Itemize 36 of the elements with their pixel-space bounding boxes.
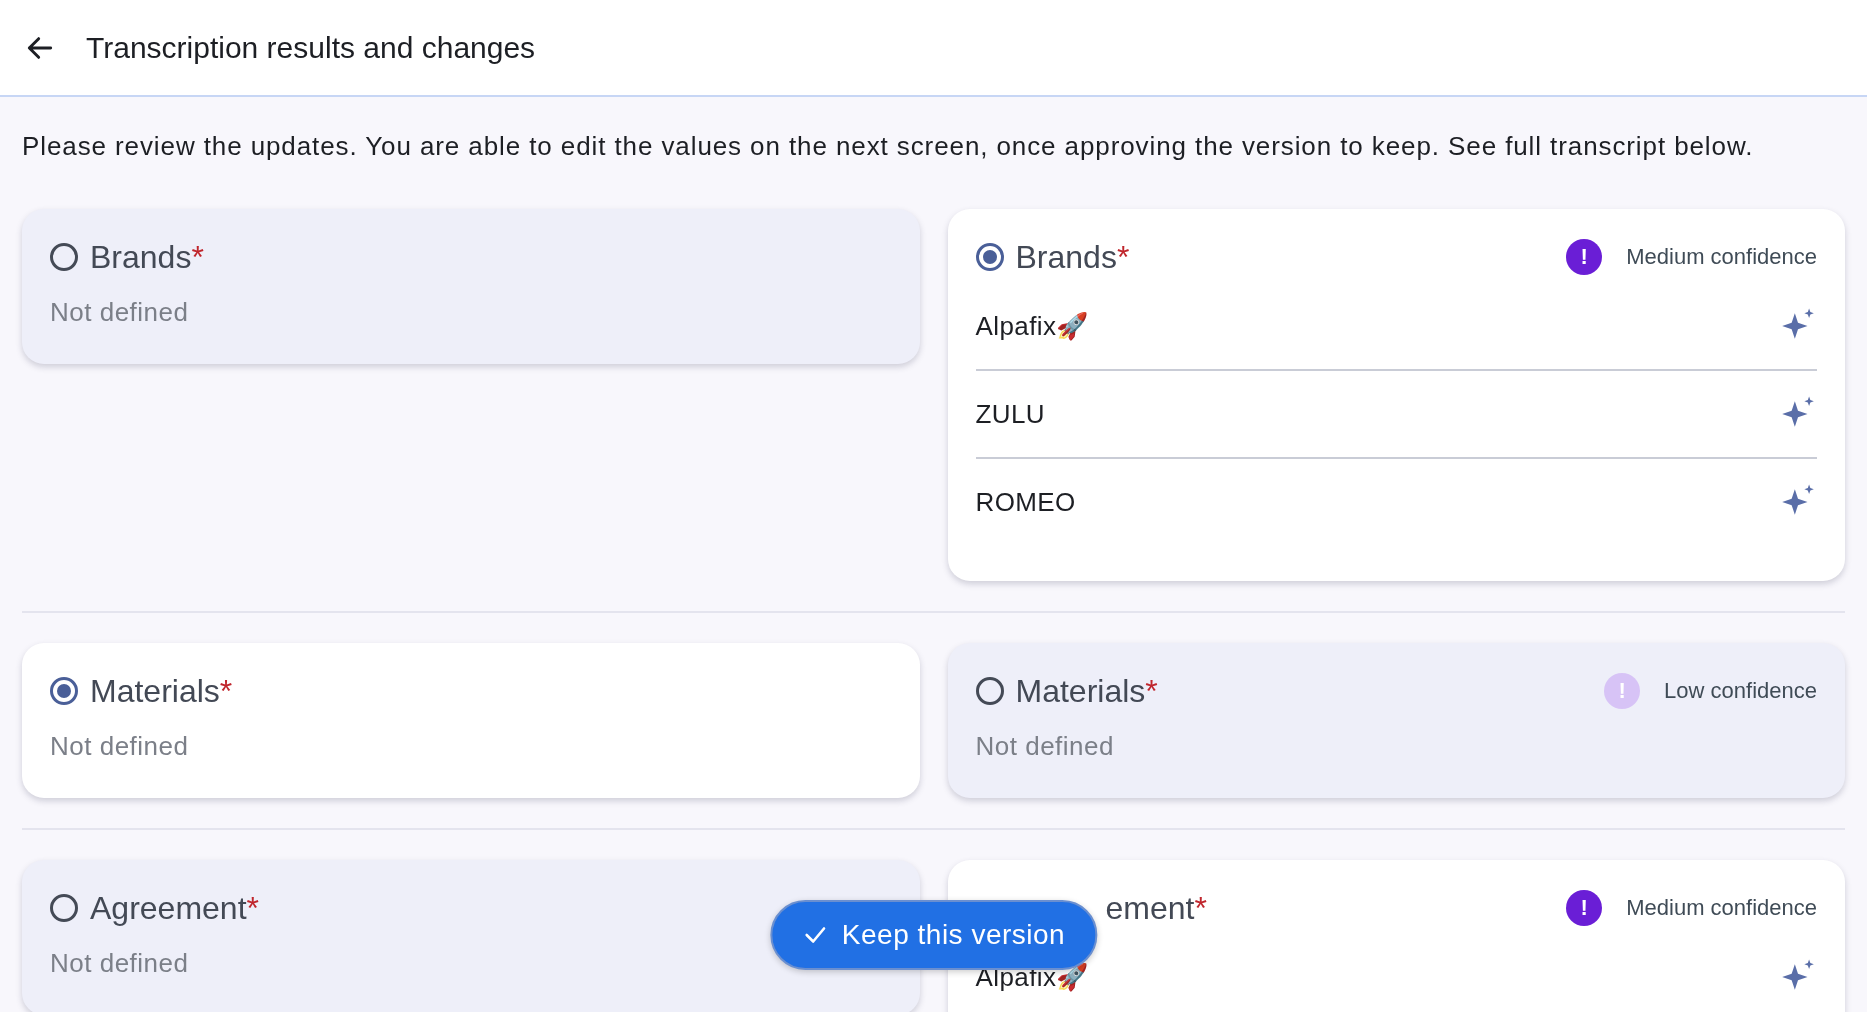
value-text: ROMEO — [975, 486, 1076, 518]
empty-value: Not defined — [50, 731, 189, 762]
field-title: ement — [1105, 889, 1195, 927]
required-asterisk: * — [1145, 672, 1158, 710]
empty-value: Not defined — [50, 297, 189, 328]
required-asterisk: * — [246, 889, 259, 927]
intro-text: Please review the updates. You are able to edit the values on the next screen, once approving the version to keep. See full transcript below. — [22, 130, 1755, 163]
option-card[interactable]: Brands* Not defined — [22, 209, 920, 364]
value-text: ZULU — [975, 398, 1045, 430]
option-card[interactable]: Materials* Not defined — [22, 643, 920, 798]
option-card[interactable]: Materials* ! Low confidence Not defined — [947, 643, 1845, 798]
radio-button[interactable] — [50, 677, 78, 705]
required-asterisk: * — [191, 238, 204, 276]
field-title: Brands — [1015, 238, 1117, 276]
field-title: Materials — [1015, 672, 1146, 710]
required-asterisk: * — [1194, 889, 1207, 927]
field-title: Brands — [90, 238, 192, 276]
option-card[interactable]: Brands* ! Medium confidence Alpafix🚀 ZULU ROMEO — [947, 209, 1845, 581]
radio-button[interactable] — [975, 243, 1004, 271]
exclamation-icon: ! — [1604, 673, 1641, 709]
confidence-label: Low confidence — [1664, 678, 1817, 704]
value-text: Alpafix🚀 — [975, 310, 1089, 342]
exclamation-icon: ! — [1566, 890, 1603, 926]
confidence-label: Medium confidence — [1626, 244, 1817, 270]
confidence-label: Medium confidence — [1626, 895, 1817, 921]
page-title: Transcription results and changes — [86, 30, 536, 65]
empty-value: Not defined — [50, 948, 189, 979]
field-title: Materials — [90, 672, 220, 710]
required-asterisk: * — [219, 672, 233, 710]
empty-value: Not defined — [975, 731, 1114, 762]
exclamation-icon: ! — [1566, 239, 1603, 275]
radio-button[interactable] — [975, 677, 1004, 705]
radio-button[interactable] — [50, 243, 78, 271]
field-title: Agreement — [90, 889, 247, 927]
required-asterisk: * — [1116, 238, 1130, 276]
radio-button[interactable] — [50, 894, 78, 922]
